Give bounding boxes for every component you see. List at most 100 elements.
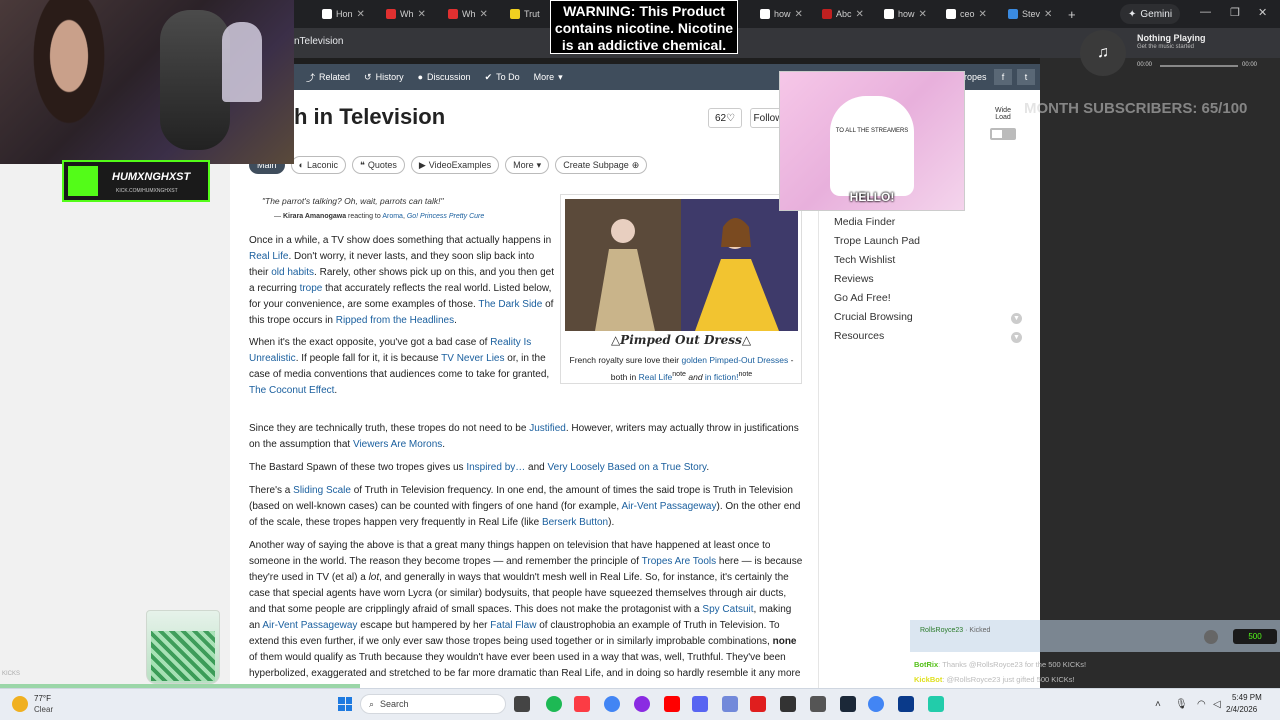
close-icon[interactable]: ✕ [1044, 9, 1052, 20]
link-pretty-cure[interactable]: Go! Princess Pretty Cure [407, 213, 484, 220]
browser-tab-active[interactable]: Trut [510, 4, 540, 24]
link[interactable]: The Coconut Effect [249, 385, 334, 396]
chevron-up-icon[interactable]: ˄ [1155, 699, 1161, 710]
link[interactable]: golden Pimped-Out Dresses [681, 355, 788, 365]
microphone-icon[interactable]: 🎙 [1175, 699, 1188, 710]
close-icon[interactable]: ✕ [418, 9, 426, 20]
browser-tab[interactable]: ceo ✕ [946, 4, 987, 24]
link[interactable]: Sliding Scale [293, 485, 351, 496]
nav-discussion[interactable]: ● Discussion [418, 72, 471, 82]
sidebar-item-trope-launch-pad[interactable]: Trope Launch Pad [834, 235, 920, 247]
link[interactable]: Berserk Button [542, 517, 608, 528]
wide-load-toggle[interactable] [990, 128, 1016, 140]
browser-tab[interactable]: Hon ✕ [322, 4, 365, 24]
link[interactable]: Spy Catsuit [702, 604, 753, 615]
create-subpage-button[interactable]: Create Subpage ⊕ [555, 156, 648, 174]
music-app-icon[interactable] [574, 696, 590, 712]
close-icon[interactable]: ✕ [979, 9, 987, 20]
link[interactable]: Tropes Are Tools [642, 556, 716, 567]
browser-tab[interactable]: Stev ✕ [1008, 4, 1052, 24]
link[interactable]: Inspired by… [466, 462, 525, 473]
link[interactable]: in fiction! [705, 372, 739, 382]
close-icon[interactable]: ✕ [856, 9, 864, 20]
link-aroma[interactable]: Aroma [382, 213, 403, 220]
chrome-active-icon[interactable] [868, 696, 884, 712]
url-text[interactable]: nTelevision [294, 36, 343, 47]
windows-start-button[interactable] [338, 697, 352, 711]
link[interactable]: old habits [271, 267, 314, 278]
note-toggle[interactable]: note [672, 370, 686, 378]
app-icon[interactable] [722, 696, 738, 712]
twitter-icon[interactable]: t [1017, 69, 1035, 85]
clock-time[interactable]: 5:49 PM [1232, 693, 1262, 702]
app-icon[interactable] [810, 696, 826, 712]
link[interactable]: Air-Vent Passageway [621, 501, 716, 512]
link[interactable]: Real Life [639, 372, 673, 382]
app-icon[interactable] [928, 696, 944, 712]
new-tab-button[interactable]: + [1068, 4, 1076, 24]
sidebar-item-crucial-browsing[interactable]: Crucial Browsing [834, 311, 913, 323]
taskbar-search[interactable]: ⌕ Search [360, 694, 506, 714]
tab-laconic[interactable]: ◐ Laconic [290, 156, 346, 174]
weather-temp[interactable]: 77°F [34, 694, 51, 703]
obs-icon[interactable] [780, 696, 796, 712]
browser-tab[interactable]: how ✕ [884, 4, 927, 24]
sidebar-item-reviews[interactable]: Reviews [834, 273, 874, 285]
tropes-link[interactable]: ropes [964, 72, 987, 82]
tab-quotes[interactable]: ❝ Quotes [351, 156, 405, 174]
link[interactable]: Very Loosely Based on a True Story [548, 462, 707, 473]
link[interactable]: Viewers Are Morons [353, 439, 442, 450]
link[interactable]: Ripped from the Headlines [336, 315, 454, 326]
browser-tab[interactable]: Abc ✕ [822, 4, 864, 24]
sidebar-item-resources[interactable]: Resources [834, 330, 884, 342]
link[interactable]: Fatal Flaw [490, 620, 536, 631]
link[interactable]: Air-Vent Passageway [262, 620, 357, 631]
tab-videoexamples[interactable]: ▶ VideoExamples [410, 156, 500, 174]
spotify-icon[interactable] [546, 696, 562, 712]
sidebar-item-media-finder[interactable]: Media Finder [834, 216, 895, 228]
link[interactable]: Justified [529, 423, 566, 434]
close-icon[interactable]: ✕ [357, 9, 365, 20]
browser-tab[interactable]: how ✕ [760, 4, 803, 24]
tab-more[interactable]: More ▾ [505, 156, 550, 174]
weather-sun-icon[interactable] [12, 696, 28, 712]
restore-icon[interactable]: ❐ [1230, 6, 1240, 19]
gemini-button[interactable]: ✦ Gemini [1120, 4, 1181, 24]
link[interactable]: The Dark Side [478, 299, 542, 310]
app-icon[interactable] [634, 696, 650, 712]
browser-tab[interactable]: Wh ✕ [386, 4, 426, 24]
note-toggle[interactable]: note [738, 370, 752, 378]
clock-date[interactable]: 2/4/2026 [1226, 705, 1257, 714]
pimped-out-dress-image[interactable] [565, 199, 798, 331]
link[interactable]: Real Life [249, 251, 288, 262]
nav-history[interactable]: ↺ History [364, 72, 404, 83]
steam-icon[interactable] [840, 696, 856, 712]
close-icon[interactable]: ✕ [795, 9, 803, 20]
discord-icon[interactable] [692, 696, 708, 712]
chevron-down-icon[interactable]: ▼ [1011, 332, 1022, 343]
close-icon[interactable]: ✕ [480, 9, 488, 20]
close-window-icon[interactable]: ✕ [1258, 6, 1267, 19]
chrome-icon[interactable] [604, 696, 620, 712]
nav-related[interactable]: ⤴ Related [306, 71, 350, 84]
task-view-icon[interactable] [514, 696, 530, 712]
minimize-icon[interactable]: — [1200, 6, 1211, 18]
sidebar-item-go-ad-free[interactable]: Go Ad Free! [834, 292, 891, 304]
close-icon[interactable]: ✕ [919, 9, 927, 20]
chevron-down-icon[interactable]: ▼ [1011, 313, 1022, 324]
volume-icon[interactable]: ◁ [1213, 699, 1221, 710]
play-icon: ▶ [418, 159, 426, 170]
link[interactable]: TV Never Lies [441, 353, 504, 364]
favorite-button[interactable]: 62 ♡ [708, 108, 742, 128]
nav-more[interactable]: More ▾ [534, 72, 563, 83]
app-icon[interactable] [898, 696, 914, 712]
browser-tab[interactable]: Wh ✕ [448, 4, 488, 24]
link[interactable]: trope [300, 283, 323, 294]
weather-condition[interactable]: Clear [34, 705, 53, 714]
sidebar-item-tech-wishlist[interactable]: Tech Wishlist [834, 254, 895, 266]
youtube-icon[interactable] [664, 696, 680, 712]
wifi-icon[interactable]: ◠ [1197, 699, 1206, 710]
app-icon[interactable] [750, 696, 766, 712]
facebook-icon[interactable]: f [994, 69, 1012, 85]
nav-todo[interactable]: ✔ To Do [485, 72, 520, 83]
